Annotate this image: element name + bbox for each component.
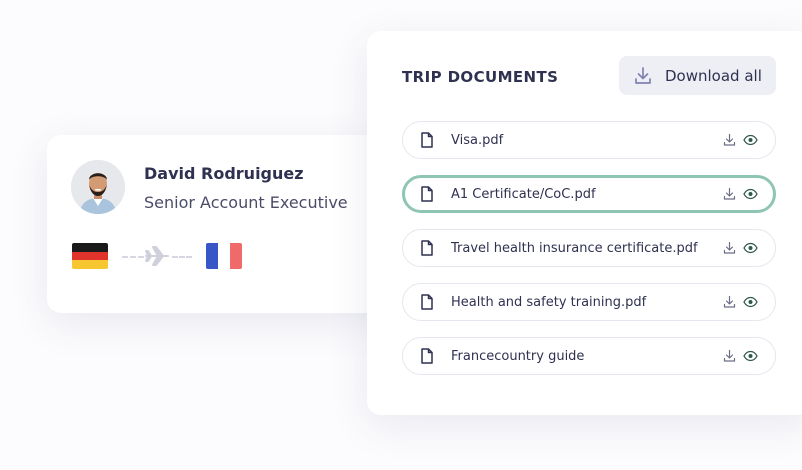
- download-icon[interactable]: [723, 349, 736, 363]
- download-icon[interactable]: [723, 133, 736, 147]
- download-icon[interactable]: [723, 187, 736, 201]
- eye-icon[interactable]: [743, 134, 758, 146]
- traveler-card: David Rodruiguez Senior Account Executiv…: [47, 135, 407, 313]
- eye-icon[interactable]: [743, 188, 758, 200]
- row-actions: [723, 349, 758, 363]
- eye-icon[interactable]: [743, 350, 758, 362]
- eye-icon[interactable]: [743, 296, 758, 308]
- germany-flag-icon: [72, 243, 108, 269]
- document-name: Travel health insurance certificate.pdf: [451, 240, 698, 256]
- download-all-button[interactable]: Download all: [619, 56, 776, 95]
- document-row[interactable]: Francecountry guide: [402, 337, 776, 375]
- download-all-label: Download all: [665, 66, 762, 85]
- travel-route: [72, 240, 252, 272]
- avatar: [71, 160, 125, 214]
- row-actions: [723, 133, 758, 147]
- file-icon: [420, 186, 434, 202]
- route-line: [122, 256, 144, 258]
- document-row[interactable]: A1 Certificate/CoC.pdf: [402, 175, 776, 213]
- download-icon[interactable]: [723, 241, 736, 255]
- document-list: Visa.pdf A1 Certificate/CoC.pdf Travel h…: [402, 121, 776, 391]
- row-actions: [723, 295, 758, 309]
- file-icon: [420, 348, 434, 364]
- file-icon: [420, 294, 434, 310]
- traveler-name: David Rodruiguez: [144, 164, 304, 183]
- route-line: [172, 256, 192, 258]
- document-name: A1 Certificate/CoC.pdf: [451, 186, 596, 202]
- document-name: Health and safety training.pdf: [451, 294, 647, 310]
- document-name: Visa.pdf: [451, 132, 504, 148]
- document-name: Francecountry guide: [451, 348, 585, 364]
- download-icon[interactable]: [723, 295, 736, 309]
- row-actions: [723, 187, 758, 201]
- trip-documents-panel: TRIP DOCUMENTS Download all Visa.pdf A1 …: [367, 31, 802, 415]
- document-row[interactable]: Health and safety training.pdf: [402, 283, 776, 321]
- panel-title: TRIP DOCUMENTS: [402, 68, 559, 86]
- download-icon: [633, 66, 653, 86]
- row-actions: [723, 241, 758, 255]
- person-avatar-icon: [71, 160, 125, 214]
- file-icon: [420, 132, 434, 148]
- document-row[interactable]: Travel health insurance certificate.pdf: [402, 229, 776, 267]
- eye-icon[interactable]: [743, 242, 758, 254]
- file-icon: [420, 240, 434, 256]
- document-row[interactable]: Visa.pdf: [402, 121, 776, 159]
- traveler-role: Senior Account Executive: [144, 193, 348, 212]
- airplane-icon: [145, 246, 169, 266]
- france-flag-icon: [206, 243, 242, 269]
